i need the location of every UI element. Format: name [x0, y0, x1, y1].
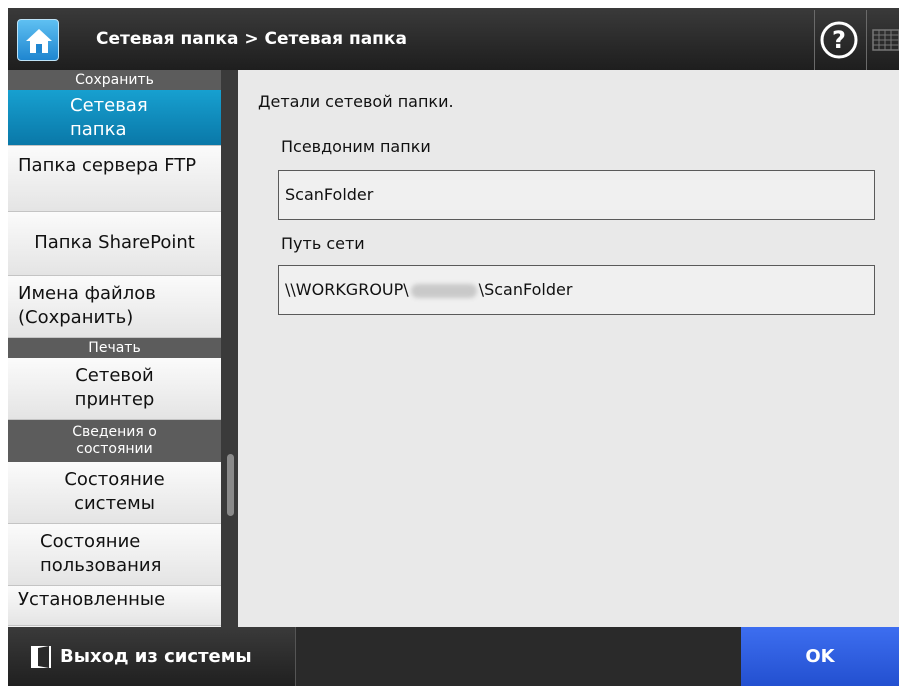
- sidebar-item-label: Сетевой принтер: [74, 365, 155, 410]
- keyboard-button[interactable]: [870, 18, 899, 62]
- ok-button[interactable]: OK: [741, 627, 899, 686]
- sidebar-item-label: Состояние системы: [64, 469, 165, 514]
- header-divider: [866, 10, 867, 70]
- section-header-save: Сохранить: [8, 70, 221, 90]
- path-suffix: \ScanFolder: [478, 280, 573, 299]
- sidebar-scrollbar[interactable]: [221, 70, 238, 627]
- header-divider: [814, 10, 815, 70]
- footer-bar: Выход из системы OK: [8, 627, 899, 686]
- sidebar-item-label: Имена файлов (Сохранить): [18, 283, 156, 328]
- home-button[interactable]: [17, 19, 59, 61]
- section-header-status: Сведения о состоянии: [8, 420, 221, 462]
- sidebar-item-network-folder[interactable]: Сетевая папка: [8, 90, 221, 146]
- breadcrumb: Сетевая папка > Сетевая папка: [96, 29, 407, 49]
- sidebar-item-label: Сетевая папка: [70, 95, 148, 140]
- header-bar: Сетевая папка > Сетевая папка ?: [8, 8, 899, 70]
- sidebar-item-installed[interactable]: Установленные: [8, 586, 221, 626]
- keyboard-icon: [872, 29, 899, 51]
- redacted-host: [410, 283, 477, 298]
- sidebar-item-ftp-folder[interactable]: Папка сервера FTP: [8, 146, 221, 212]
- logout-label: Выход из системы: [60, 646, 252, 667]
- sidebar-scroll-thumb[interactable]: [227, 454, 234, 516]
- alias-value: ScanFolder: [285, 185, 374, 204]
- sidebar-item-label: Папка сервера FTP: [18, 155, 197, 176]
- home-icon: [26, 29, 52, 53]
- alias-field[interactable]: ScanFolder: [278, 170, 875, 220]
- sidebar-item-network-printer[interactable]: Сетевой принтер: [8, 358, 221, 420]
- network-path-field[interactable]: \\WORKGROUP\ \ScanFolder: [278, 265, 875, 315]
- svg-text:?: ?: [832, 26, 846, 54]
- page-description: Детали сетевой папки.: [258, 92, 454, 111]
- main-panel: Детали сетевой папки. Псевдоним папки Sc…: [238, 70, 899, 627]
- sidebar-item-system-status[interactable]: Состояние системы: [8, 462, 221, 524]
- sidebar-item-label: Состояние пользования: [40, 531, 162, 576]
- help-button[interactable]: ?: [817, 18, 861, 62]
- sidebar-item-label: Папка SharePoint: [34, 232, 195, 253]
- sidebar-item-sharepoint[interactable]: Папка SharePoint: [8, 212, 221, 276]
- sidebar: Сохранить Сетевая папка Папка сервера FT…: [8, 70, 221, 627]
- sidebar-item-usage-status[interactable]: Состояние пользования: [8, 524, 221, 586]
- sidebar-item-filenames[interactable]: Имена файлов (Сохранить): [8, 276, 221, 338]
- logout-button[interactable]: Выход из системы: [8, 627, 296, 686]
- path-prefix: \\WORKGROUP\: [285, 280, 409, 299]
- sidebar-item-label: Установленные: [18, 589, 166, 610]
- help-icon: ?: [820, 21, 858, 59]
- network-path-label: Путь сети: [281, 234, 365, 253]
- section-header-print: Печать: [8, 338, 221, 358]
- alias-label: Псевдоним папки: [281, 137, 431, 156]
- logout-icon: [31, 646, 51, 668]
